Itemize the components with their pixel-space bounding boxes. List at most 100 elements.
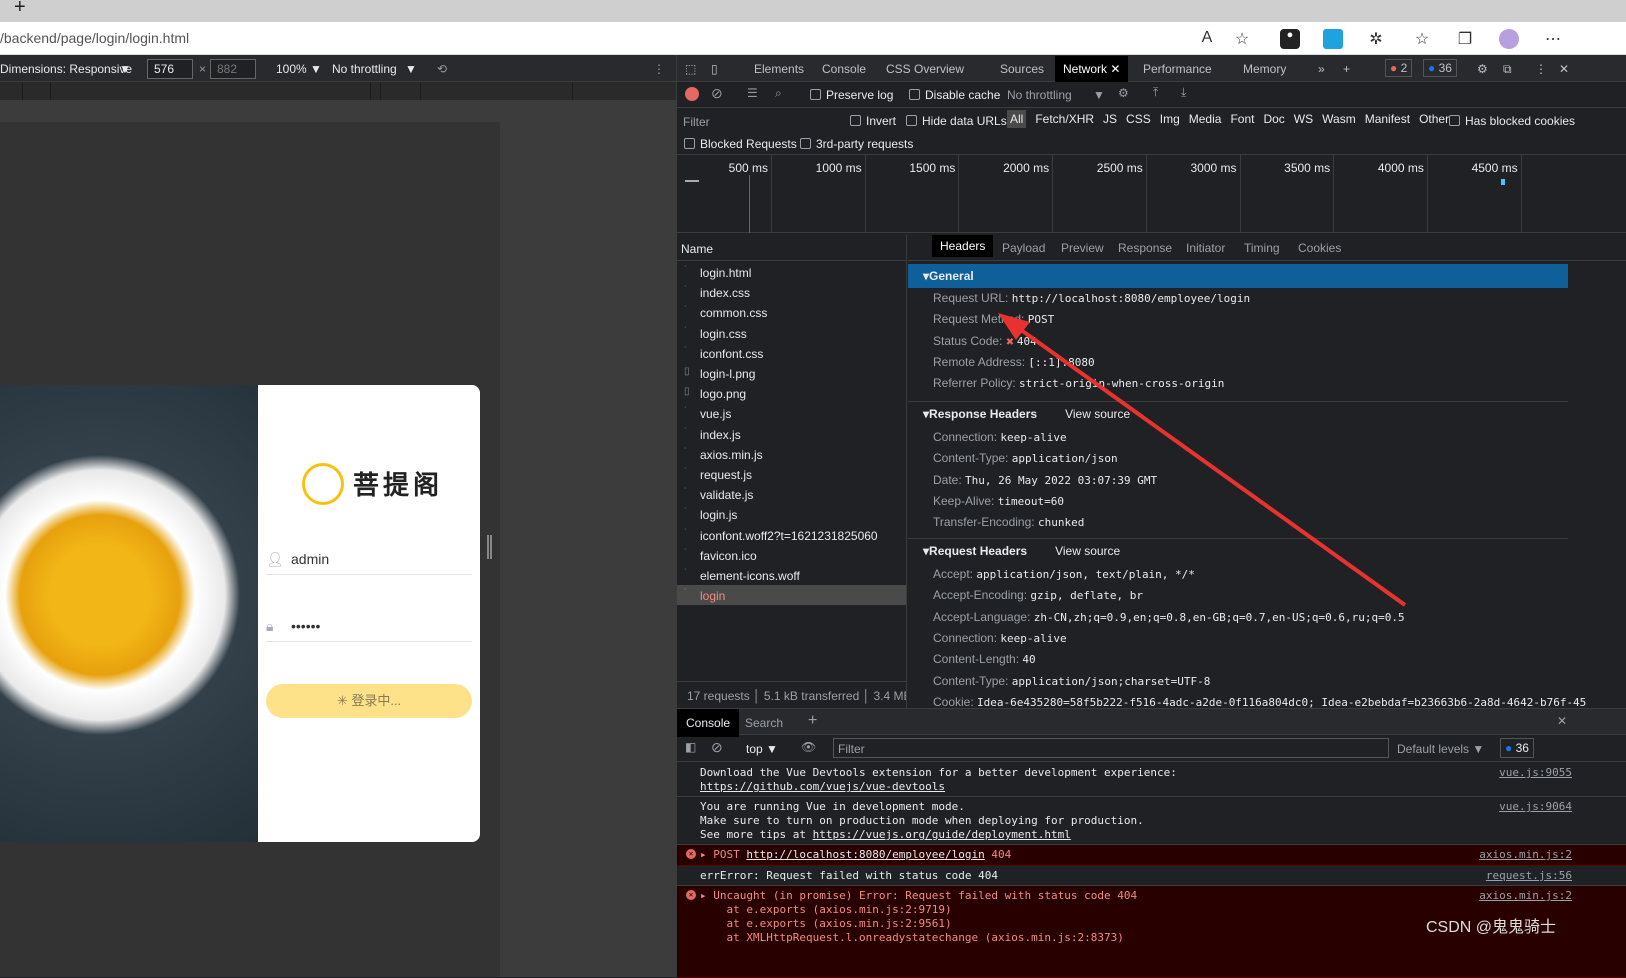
request-headers-section-header[interactable]: ▾Request Headers View source xyxy=(908,538,1568,562)
import-har-icon[interactable]: ⤒ xyxy=(1153,85,1158,100)
password-field[interactable]: 🔒︎ •••••• xyxy=(266,612,472,642)
type-filter-css[interactable]: CSS xyxy=(1126,112,1151,126)
height-input[interactable]: 882 xyxy=(210,59,256,79)
record-icon[interactable] xyxy=(685,87,699,101)
network-conditions-icon[interactable]: ⚙ xyxy=(1118,86,1129,100)
type-filter-fetchxhr[interactable]: Fetch/XHR xyxy=(1035,112,1094,126)
invert-checkbox[interactable]: Invert xyxy=(850,114,896,128)
messages-badge[interactable]: ● 36 xyxy=(1423,59,1457,77)
hide-data-urls-checkbox[interactable]: Hide data URLs xyxy=(906,114,1007,128)
tab-sources[interactable]: Sources xyxy=(1000,62,1044,76)
throttling-select[interactable]: No throttling xyxy=(332,62,397,76)
request-row[interactable]: ˙ validate.js xyxy=(677,484,906,504)
tab-payload[interactable]: Payload xyxy=(1002,241,1045,255)
request-row[interactable]: ˙ vue.js xyxy=(677,403,906,423)
request-row[interactable]: ˙ index.js xyxy=(677,424,906,444)
tab-console-drawer[interactable]: Console xyxy=(677,709,740,737)
close-drawer-icon[interactable]: ✕ xyxy=(1557,714,1567,728)
network-overview-timeline[interactable]: 500 ms 1000 ms 1500 ms 2000 ms 2500 ms 3000 m… xyxy=(677,155,1626,233)
source-link[interactable]: vue.js:9055 xyxy=(1499,766,1572,780)
request-row[interactable]: ˙ login xyxy=(677,585,906,606)
tab-preview[interactable]: Preview xyxy=(1061,241,1104,255)
tab-css-overview[interactable]: CSS Overview xyxy=(886,62,964,76)
tab-elements[interactable]: Elements xyxy=(754,62,804,76)
request-row[interactable]: ▯ login-l.png xyxy=(677,363,906,383)
view-source-link[interactable]: View source xyxy=(1055,544,1120,558)
message-link[interactable]: https://github.com/vuejs/vue-devtools xyxy=(700,780,945,793)
console-error[interactable]: ✕ ▸ POST http://localhost:8080/employee/… xyxy=(677,845,1626,866)
name-column-header[interactable]: Name xyxy=(677,235,906,261)
url-text[interactable]: /backend/page/login/login.html xyxy=(0,30,189,46)
request-row[interactable]: ˙ iconfont.css xyxy=(677,343,906,363)
more-menu-icon[interactable]: ⋯ xyxy=(1543,29,1563,49)
request-row[interactable]: ˙ request.js xyxy=(677,464,906,484)
filter-input[interactable]: Filter xyxy=(679,112,837,130)
disable-cache-checkbox[interactable]: Disable cache xyxy=(909,88,1000,102)
login-button[interactable]: ✳ 登录中... xyxy=(266,684,472,718)
console-messages-badge[interactable]: ● 36 xyxy=(1500,738,1534,758)
type-filter-img[interactable]: Img xyxy=(1160,112,1180,126)
tab-cookies[interactable]: Cookies xyxy=(1298,241,1341,255)
close-devtools-icon[interactable]: ✕ xyxy=(1559,62,1569,76)
profile-avatar[interactable] xyxy=(1499,29,1519,49)
request-row[interactable]: ˙ index.css xyxy=(677,282,906,302)
request-row[interactable]: ˙ common.css xyxy=(677,302,906,322)
tab-performance[interactable]: Performance xyxy=(1143,62,1212,76)
add-tab-icon[interactable]: + xyxy=(1343,62,1350,76)
request-row[interactable]: ˙ login.js xyxy=(677,504,906,524)
tab-network[interactable]: Network ✕ xyxy=(1055,56,1129,82)
source-link[interactable]: axios.min.js:2 xyxy=(1479,848,1572,862)
more-options-icon[interactable]: ⋮ xyxy=(1535,62,1547,76)
width-input[interactable]: 576 xyxy=(147,59,193,79)
stack-frame[interactable]: at e.exports (axios.min.js:2:9719) xyxy=(727,903,952,916)
type-filter-other[interactable]: Other xyxy=(1419,112,1449,126)
tab-initiator[interactable]: Initiator xyxy=(1186,241,1225,255)
collections-icon[interactable]: ❐ xyxy=(1455,29,1475,49)
request-row[interactable]: ▯ logo.png xyxy=(677,383,906,403)
message-link[interactable]: https://vuejs.org/guide/deployment.html xyxy=(813,828,1071,841)
log-levels-select[interactable]: Default levels ▼ xyxy=(1397,742,1484,756)
request-row[interactable]: ˙ login.css xyxy=(677,323,906,343)
settings-icon[interactable]: ⚙ xyxy=(1477,62,1488,76)
filter-icon[interactable]: ☰ xyxy=(747,86,758,100)
media-query-bar[interactable] xyxy=(0,82,676,100)
preserve-log-checkbox[interactable]: Preserve log xyxy=(810,88,893,102)
username-field[interactable]: 👤︎ admin xyxy=(266,545,472,575)
device-toggle-icon[interactable]: ▯ xyxy=(711,62,718,76)
dimensions-select[interactable]: Dimensions: Responsive xyxy=(0,62,132,76)
new-tab-icon[interactable]: + xyxy=(14,0,26,19)
extension-icon[interactable] xyxy=(1323,29,1343,49)
response-headers-section-header[interactable]: ▾Response Headers View source xyxy=(908,401,1568,425)
viewport-resize-handle[interactable] xyxy=(487,535,492,559)
more-tabs-icon[interactable]: » xyxy=(1318,62,1325,76)
request-row[interactable]: ˙ favicon.ico xyxy=(677,545,906,565)
search-icon[interactable]: ⌕ xyxy=(775,86,782,101)
dock-icon[interactable]: ⧉ xyxy=(1503,62,1512,77)
tab-timing[interactable]: Timing xyxy=(1244,241,1280,255)
type-filter-wasm[interactable]: Wasm xyxy=(1322,112,1356,126)
favorite-add-icon[interactable]: ☆ xyxy=(1232,29,1252,49)
rotate-icon[interactable]: ⟲ xyxy=(437,62,447,76)
live-expression-icon[interactable]: 👁︎ xyxy=(801,740,816,754)
message-link[interactable]: http://localhost:8080/employee/login xyxy=(746,848,984,861)
clear-console-icon[interactable]: ⊘ xyxy=(711,739,723,756)
errors-badge[interactable]: ● 2 xyxy=(1385,59,1413,77)
export-har-icon[interactable]: ⤓ xyxy=(1181,85,1186,100)
context-select[interactable]: top ▼ xyxy=(746,742,778,756)
close-icon[interactable]: ✕ xyxy=(1110,62,1120,76)
more-options-icon[interactable]: ⋮ xyxy=(653,62,665,76)
tab-console[interactable]: Console xyxy=(822,62,866,76)
general-section-header[interactable]: ▾General xyxy=(908,264,1568,288)
throttling-select[interactable]: No throttling xyxy=(1007,88,1072,102)
type-filter-doc[interactable]: Doc xyxy=(1263,112,1284,126)
request-row[interactable]: ˙ iconfont.woff2?t=1621231825060 xyxy=(677,525,906,545)
source-link[interactable]: request.js:56 xyxy=(1486,869,1572,883)
extension-icon[interactable]: ● xyxy=(1280,29,1300,49)
username-value[interactable]: admin xyxy=(291,551,329,567)
stack-frame[interactable]: at e.exports (axios.min.js:2:9561) xyxy=(727,917,952,930)
type-filter-media[interactable]: Media xyxy=(1189,112,1222,126)
type-filter-font[interactable]: Font xyxy=(1230,112,1254,126)
stack-frame[interactable]: at XMLHttpRequest.l.onreadystatechange (… xyxy=(727,931,1124,944)
third-party-checkbox[interactable]: 3rd-party requests xyxy=(800,137,913,151)
type-filter-ws[interactable]: WS xyxy=(1294,112,1313,126)
